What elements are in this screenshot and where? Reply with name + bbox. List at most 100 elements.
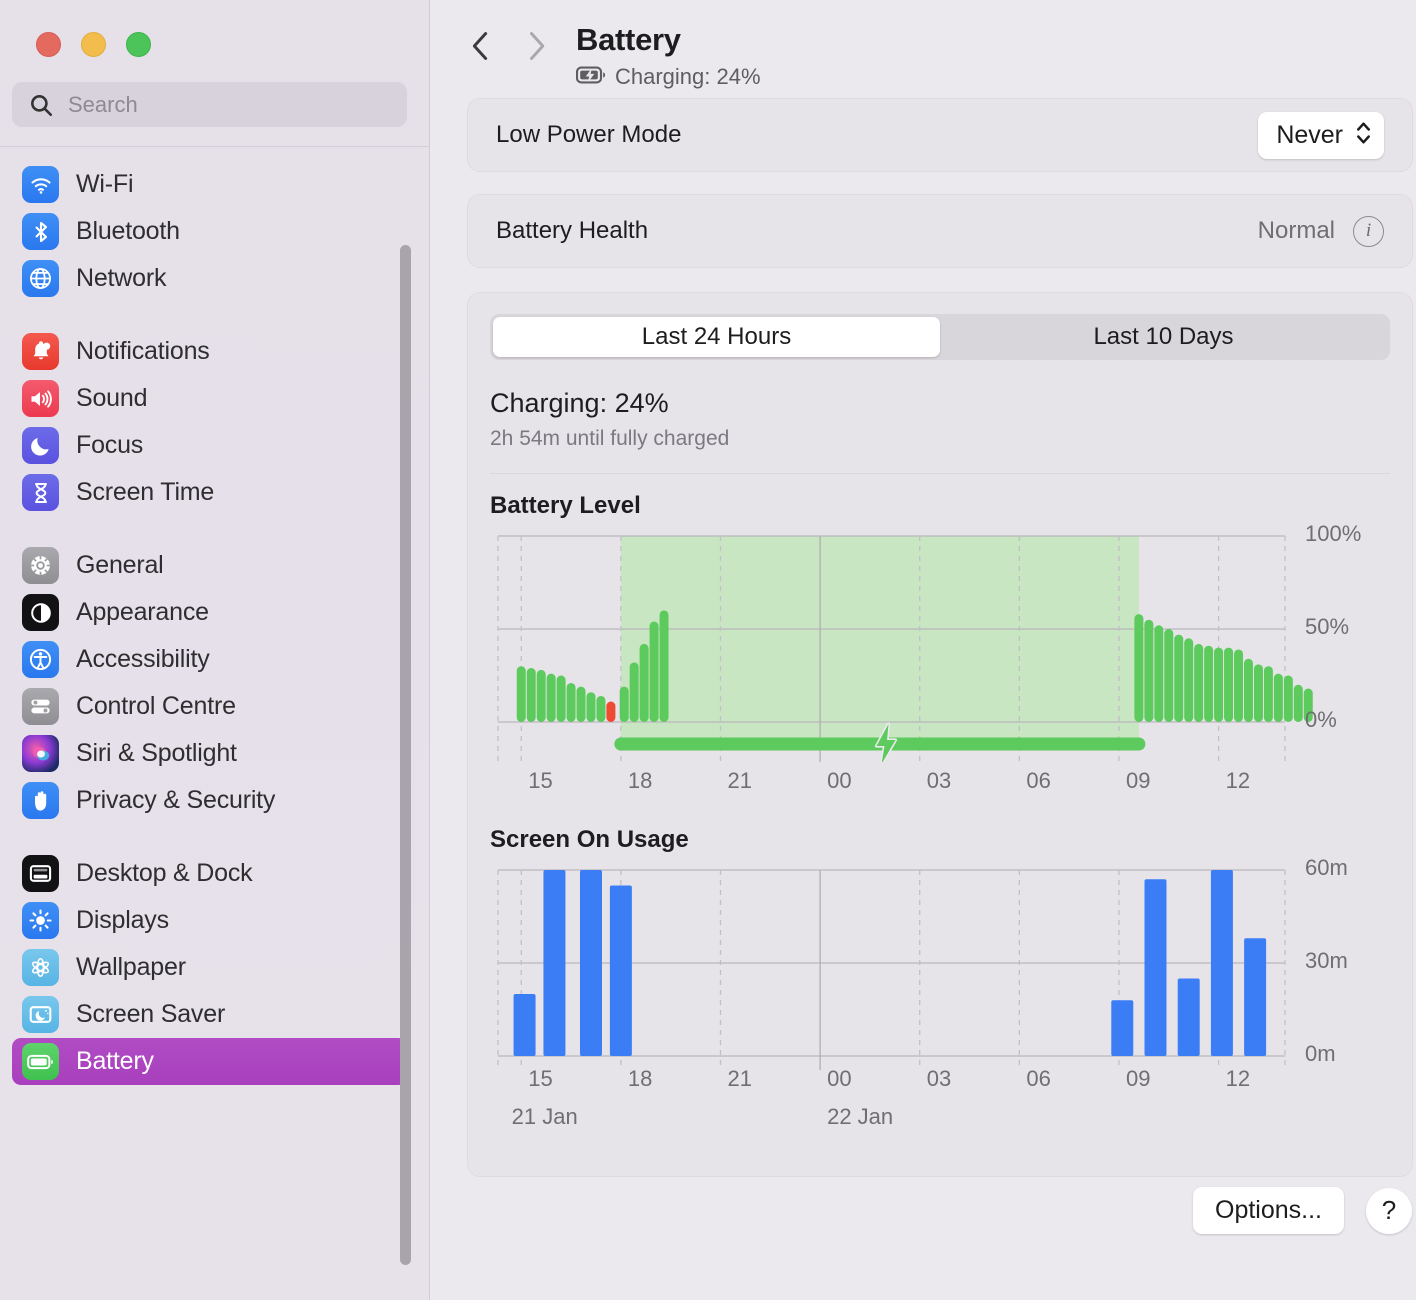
sidebar-item-battery[interactable]: Battery xyxy=(12,1038,407,1085)
sidebar-item-label: Displays xyxy=(76,906,169,934)
sidebar-item-network[interactable]: Network xyxy=(12,255,407,302)
x-axis-labels: 15 18 21 00 03 06 09 12 21 Jan 22 Jan xyxy=(490,1062,1290,1132)
info-icon[interactable]: i xyxy=(1353,215,1384,247)
sidebar-item-label: Wi-Fi xyxy=(76,170,134,198)
moon-icon xyxy=(22,427,59,464)
usage-range-tabs: Last 24 Hours Last 10 Days xyxy=(490,314,1390,360)
sidebar-item-notifications[interactable]: Notifications xyxy=(12,328,407,375)
y-tick-label: 50% xyxy=(1305,614,1350,639)
bell-icon xyxy=(22,333,59,370)
x-axis-labels: 15 18 21 00 03 06 09 12 xyxy=(490,764,1290,834)
screen-on-usage-chart: Screen On Usage 60m 30m 0m 15 18 21 00 03 06 09 12… xyxy=(490,826,1390,1156)
chevron-left-icon xyxy=(472,32,488,60)
sidebar-item-desktop-dock[interactable]: Desktop & Dock xyxy=(12,850,407,897)
chevron-up-down-icon xyxy=(1355,119,1372,152)
wifi-icon xyxy=(22,166,59,203)
charging-subtitle: 2h 54m until fully charged xyxy=(490,427,730,450)
plot-svg xyxy=(490,866,1290,1075)
search-input[interactable] xyxy=(68,91,391,118)
screen-saver-icon xyxy=(22,996,59,1033)
usage-tab-last-24-hours[interactable]: Last 24 Hours xyxy=(493,317,940,357)
sidebar-item-label: Siri & Spotlight xyxy=(76,739,237,767)
x-tick-label: 12 xyxy=(1225,768,1251,793)
sidebar-group-3: Desktop & Dock Displays Wallpaper Screen Sa… xyxy=(12,850,407,1085)
sidebar-item-wi-fi[interactable]: Wi-Fi xyxy=(12,161,407,208)
day-label: 21 Jan xyxy=(511,1104,578,1129)
options-button[interactable]: Options... xyxy=(1193,1187,1344,1234)
sidebar-item-screen-time[interactable]: Screen Time xyxy=(12,469,407,516)
sidebar-scrollbar[interactable] xyxy=(400,245,411,1265)
x-tick-label: 12 xyxy=(1225,1066,1251,1091)
low-power-mode-label: Low Power Mode xyxy=(496,121,682,148)
system-settings-window: Wi-Fi Bluetooth Network Notifications Sound F… xyxy=(0,0,1416,1300)
sidebar-item-label: Screen Time xyxy=(76,478,215,506)
x-tick-label: 21 xyxy=(727,768,752,793)
battery-health-row: Battery Health Normal i xyxy=(468,195,1412,267)
plot-svg xyxy=(490,532,1313,774)
chevron-right-icon xyxy=(529,32,545,60)
header: Battery Charging: 24% xyxy=(430,0,1416,90)
x-tick-label: 06 xyxy=(1026,1066,1051,1091)
sidebar-item-control-centre[interactable]: Control Centre xyxy=(12,683,407,730)
zoom-button[interactable] xyxy=(126,32,151,57)
sidebar-item-appearance[interactable]: Appearance xyxy=(12,589,407,636)
window-controls xyxy=(0,0,429,57)
help-button[interactable]: ? xyxy=(1366,1187,1412,1234)
x-tick-label: 15 xyxy=(528,1066,553,1091)
sidebar-item-label: Accessibility xyxy=(76,645,210,673)
sidebar-item-displays[interactable]: Displays xyxy=(12,897,407,944)
y-tick-label: 30m xyxy=(1305,948,1348,973)
back-button[interactable] xyxy=(452,18,508,74)
close-button[interactable] xyxy=(36,32,61,57)
x-tick-label: 18 xyxy=(627,1066,653,1091)
sidebar-item-label: Sound xyxy=(76,384,148,412)
screen-on-usage-chart-title: Screen On Usage xyxy=(490,826,689,853)
header-titles: Battery Charging: 24% xyxy=(575,22,761,90)
battery-level-plot: 100% 50% 0% 15 18 21 00 03 06 09 12 xyxy=(490,521,1390,802)
x-tick-label: 15 xyxy=(528,768,553,793)
low-power-mode-popup[interactable]: Never xyxy=(1258,111,1384,159)
x-tick-label: 09 xyxy=(1125,1066,1151,1091)
sidebar-group-2: General Appearance Accessibility Control Ce… xyxy=(12,542,407,824)
battery-usage-card: Last 24 Hours Last 10 Days Charging: 24% … xyxy=(467,292,1413,1177)
sidebar-item-privacy-security[interactable]: Privacy & Security xyxy=(12,777,407,824)
search-icon xyxy=(28,92,54,118)
hand-icon xyxy=(22,782,59,819)
search-box[interactable] xyxy=(12,82,407,127)
charging-title: Charging: 24% xyxy=(490,388,669,418)
minimize-button[interactable] xyxy=(81,32,106,57)
appearance-icon xyxy=(22,594,59,631)
wallpaper-icon xyxy=(22,949,59,986)
sidebar-group-1: Notifications Sound Focus Screen Time xyxy=(12,328,407,516)
sidebar-item-bluetooth[interactable]: Bluetooth xyxy=(12,208,407,255)
sidebar-item-label: Privacy & Security xyxy=(76,786,276,814)
network-icon xyxy=(22,260,59,297)
y-tick-label: 0m xyxy=(1305,1041,1336,1066)
battery-level-chart-title: Battery Level xyxy=(490,492,641,519)
sidebar-item-wallpaper[interactable]: Wallpaper xyxy=(12,944,407,991)
hourglass-icon xyxy=(22,474,59,511)
battery-level-chart: Battery Level 100% 50% 0% 15 18 21 00 03 06 09 12 xyxy=(490,492,1390,802)
sidebar-item-label: Bluetooth xyxy=(76,217,180,245)
sidebar-item-sound[interactable]: Sound xyxy=(12,375,407,422)
forward-button[interactable] xyxy=(508,18,564,74)
day-label: 22 Jan xyxy=(827,1104,894,1129)
sidebar-item-label: Desktop & Dock xyxy=(76,859,253,887)
sidebar-item-label: Network xyxy=(76,264,167,292)
sidebar-item-siri-spotlight[interactable]: Siri & Spotlight xyxy=(12,730,407,777)
y-tick-label: 60m xyxy=(1305,855,1348,880)
sidebar-item-focus[interactable]: Focus xyxy=(12,422,407,469)
battery-health-value: Normal xyxy=(1257,217,1335,244)
x-tick-label: 03 xyxy=(926,768,952,793)
usage-tab-last-10-days[interactable]: Last 10 Days xyxy=(940,317,1387,357)
sidebar-group-0: Wi-Fi Bluetooth Network xyxy=(12,161,407,302)
sidebar-item-screen-saver[interactable]: Screen Saver xyxy=(12,991,407,1038)
sidebar-item-label: Appearance xyxy=(76,598,209,626)
desktop-dock-icon xyxy=(22,855,59,892)
sidebar-item-accessibility[interactable]: Accessibility xyxy=(12,636,407,683)
sidebar: Wi-Fi Bluetooth Network Notifications Sound F… xyxy=(0,0,430,1300)
x-tick-label: 21 xyxy=(727,1066,752,1091)
sidebar-item-general[interactable]: General xyxy=(12,542,407,589)
battery-icon xyxy=(22,1043,59,1080)
page-title: Battery xyxy=(576,22,681,57)
